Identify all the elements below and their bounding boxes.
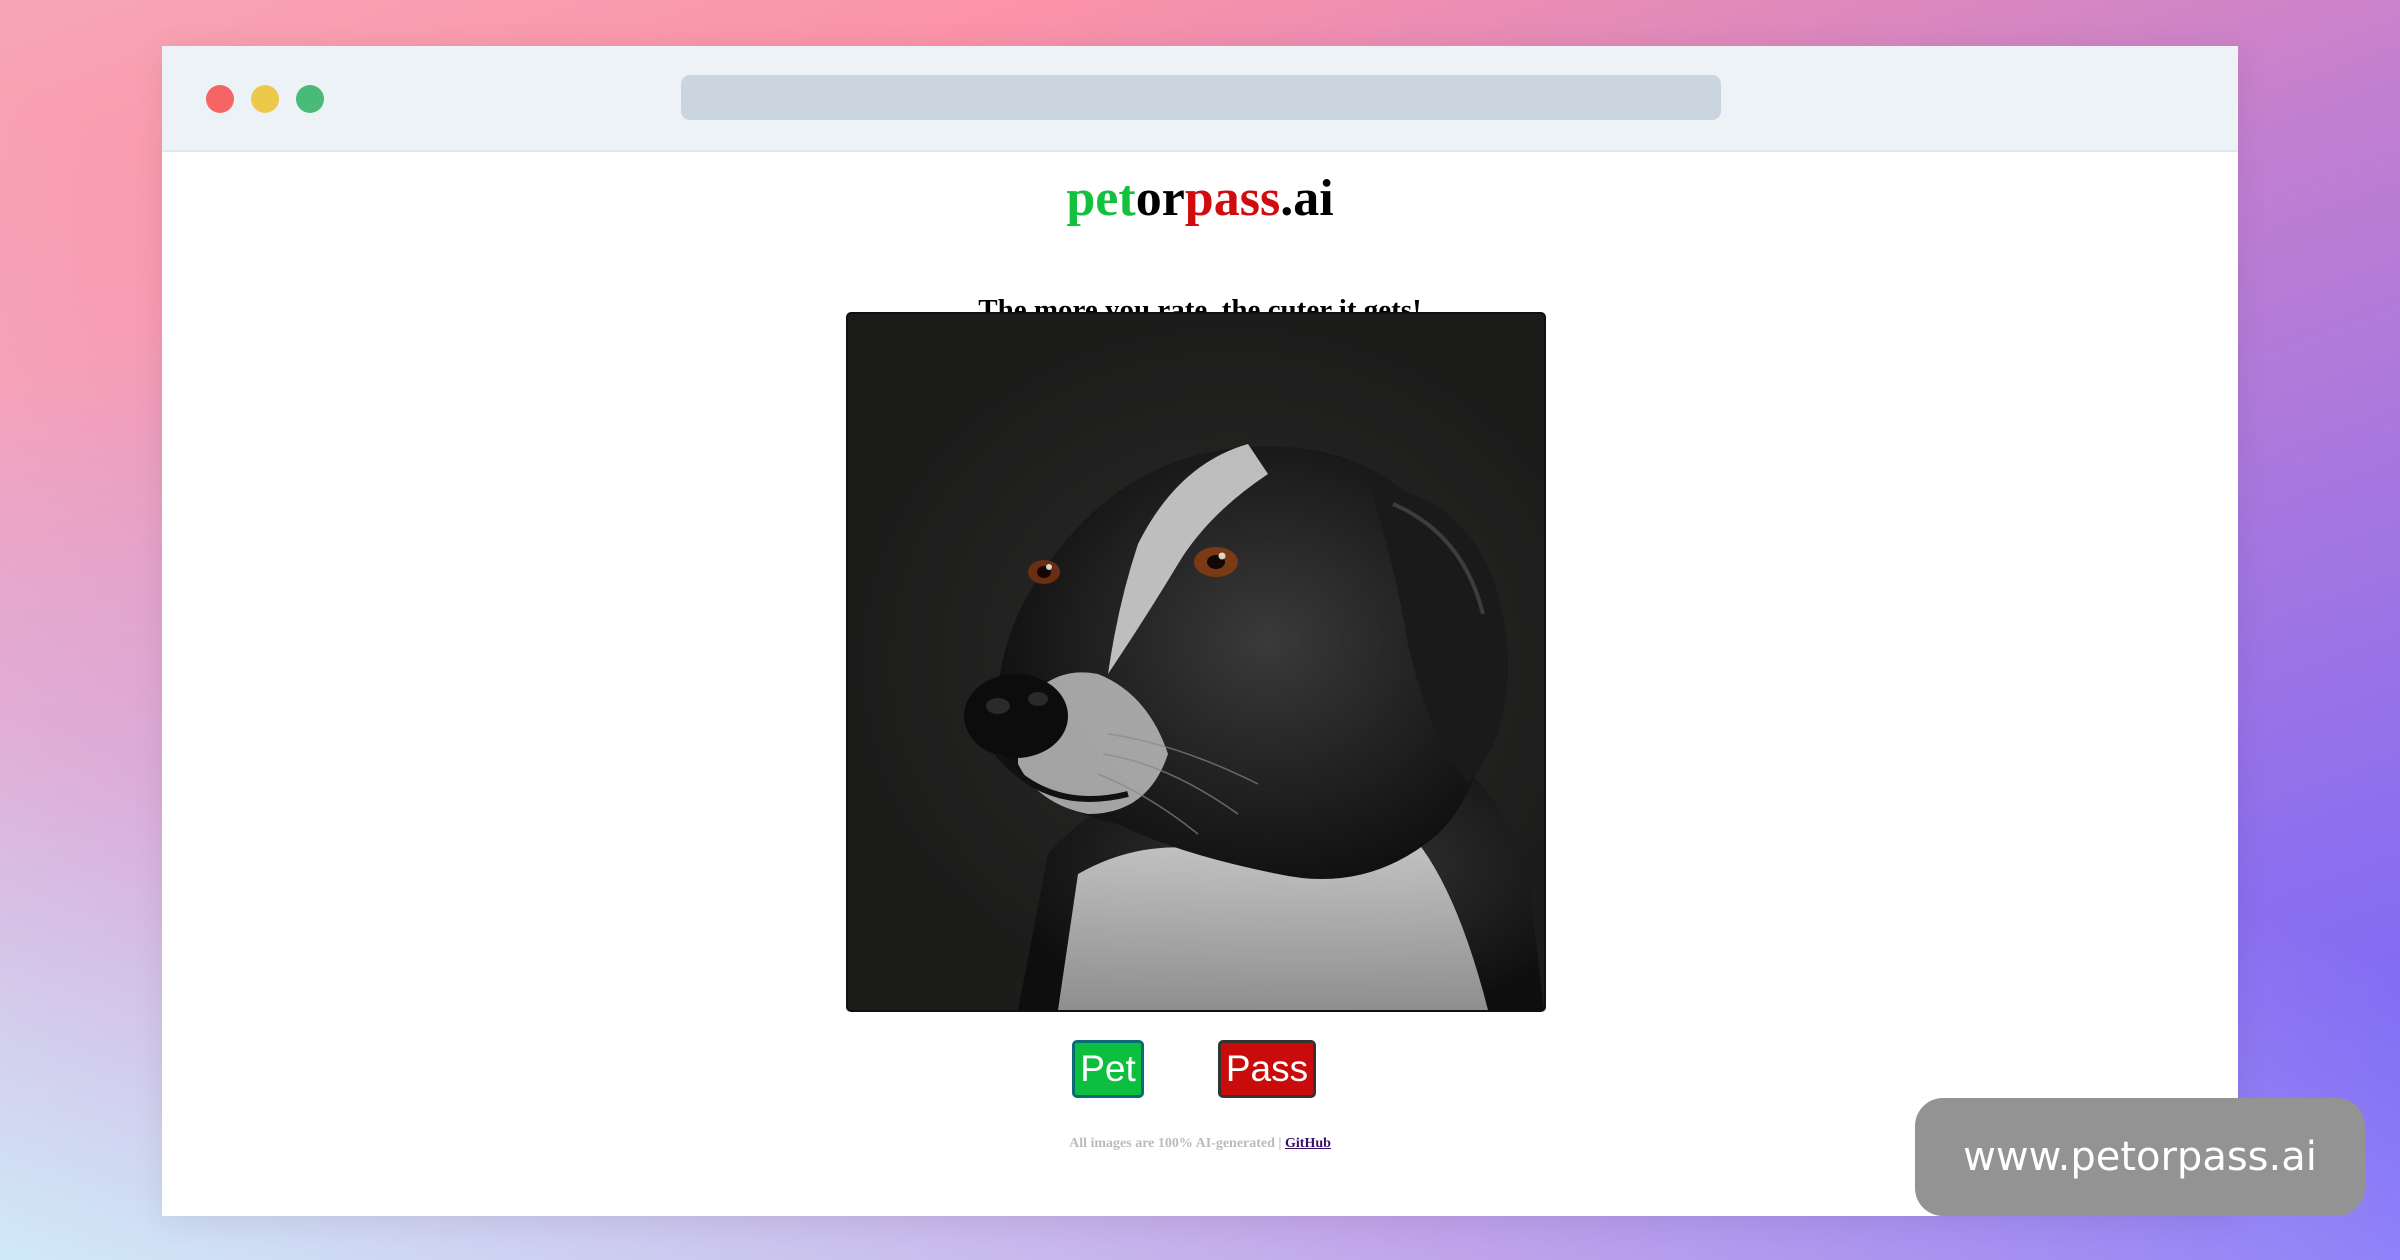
pet-image (846, 312, 1546, 1012)
footer-disclaimer: All images are 100% AI-generated | (1069, 1136, 1285, 1151)
browser-window: petorpass.ai The more you rate, the cute… (162, 46, 2238, 1216)
logo-word-pet: pet (1066, 170, 1136, 227)
site-url-badge: www.petorpass.ai (1915, 1098, 2365, 1216)
close-window-button[interactable] (206, 85, 234, 113)
pet-button[interactable]: Pet (1072, 1040, 1144, 1098)
address-bar[interactable] (681, 75, 1721, 120)
browser-titlebar (162, 46, 2238, 152)
site-logo[interactable]: petorpass.ai (162, 168, 2238, 230)
github-link[interactable]: GitHub (1285, 1136, 1331, 1151)
maximize-window-button[interactable] (296, 85, 324, 113)
pass-button[interactable]: Pass (1218, 1040, 1316, 1098)
minimize-window-button[interactable] (251, 85, 279, 113)
logo-word-ai: .ai (1280, 170, 1334, 227)
dog-portrait-image (964, 444, 1544, 1010)
logo-word-or: or (1135, 170, 1185, 227)
logo-word-pass: pass (1184, 170, 1281, 227)
